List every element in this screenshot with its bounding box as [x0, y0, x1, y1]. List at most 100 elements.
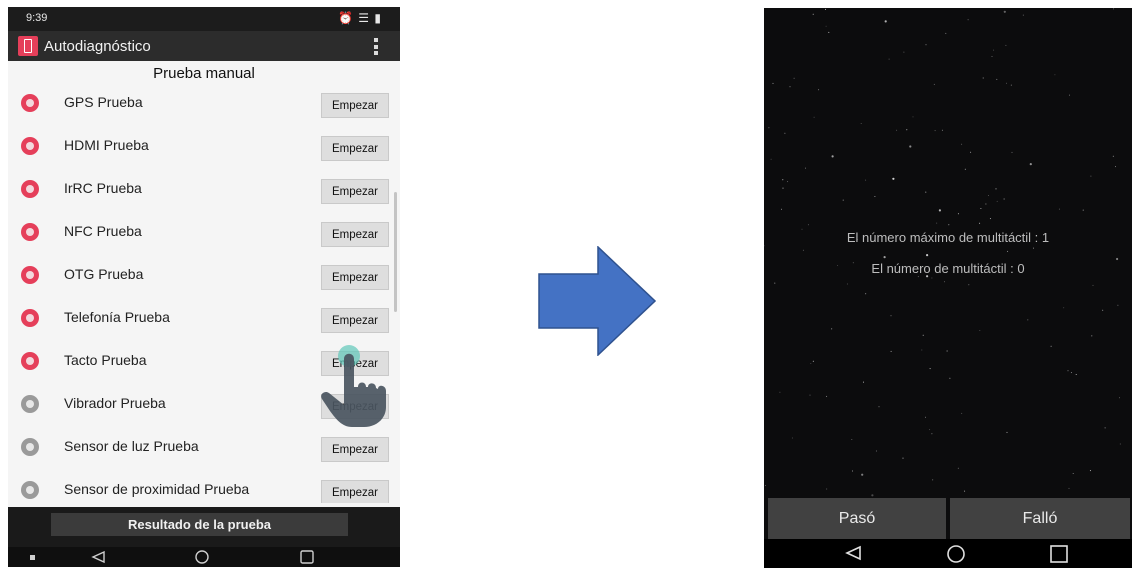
- star: [774, 282, 776, 284]
- star: [812, 360, 814, 362]
- star: [931, 277, 933, 279]
- test-list: GPS Prueba Empezar HDMI Prueba Empezar I…: [8, 83, 392, 503]
- status-icons: ⏰ ☰ ▮: [338, 11, 382, 25]
- star: [779, 391, 781, 393]
- start-button-telephony[interactable]: Empezar: [321, 307, 389, 333]
- star: [970, 151, 972, 153]
- star: [1102, 309, 1104, 311]
- star: [1092, 284, 1094, 286]
- star: [961, 412, 963, 414]
- start-button-proximity-sensor[interactable]: Empezar: [321, 479, 389, 503]
- otg-icon: [21, 265, 39, 284]
- star: [865, 293, 867, 295]
- star: [782, 179, 784, 181]
- result-area: Resultado de la prueba: [8, 507, 400, 547]
- star: [781, 208, 782, 210]
- star: [1006, 82, 1007, 84]
- star: [1069, 94, 1070, 96]
- star: [925, 44, 927, 46]
- star: [888, 58, 890, 60]
- star: [865, 179, 867, 181]
- star: [826, 395, 828, 397]
- section-title: Prueba manual: [153, 65, 255, 82]
- star: [825, 8, 826, 10]
- home-icon[interactable]: [194, 549, 210, 565]
- start-button-irrc[interactable]: Empezar: [321, 178, 389, 204]
- star: [1050, 345, 1052, 347]
- pass-fail-bar: Pasó Falló: [764, 498, 1132, 539]
- star: [875, 450, 877, 452]
- starfield-background: [764, 8, 1121, 497]
- right-phone-screen: El número máximo de multitáctil : 1 El n…: [764, 8, 1132, 568]
- star: [810, 363, 812, 364]
- list-item-gps: GPS Prueba Empezar: [8, 83, 392, 125]
- test-label: Vibrador Prueba: [64, 394, 166, 411]
- list-item-irrc: IrRC Prueba Empezar: [8, 167, 392, 211]
- back-icon[interactable]: [844, 545, 862, 561]
- status-bar: 9:39 ⏰ ☰ ▮: [8, 7, 400, 31]
- star: [787, 181, 789, 183]
- star: [793, 77, 795, 79]
- star: [1067, 370, 1069, 372]
- star: [825, 25, 827, 27]
- gps-icon: [21, 93, 39, 112]
- test-label: IrRC Prueba: [64, 179, 142, 196]
- light-sensor-icon: [21, 437, 39, 456]
- nav-dot-icon: [30, 555, 35, 560]
- star: [931, 433, 933, 435]
- right-arrow-icon: [538, 246, 656, 356]
- test-label: Sensor de luz Prueba: [64, 437, 199, 454]
- start-button-light-sensor[interactable]: Empezar: [321, 436, 389, 462]
- star: [812, 13, 814, 15]
- overflow-menu-icon[interactable]: [374, 38, 378, 55]
- star: [764, 485, 766, 486]
- star: [941, 129, 943, 131]
- star: [906, 129, 908, 131]
- recents-icon[interactable]: [299, 550, 315, 564]
- star: [936, 222, 938, 224]
- star: [996, 78, 998, 80]
- star: [851, 439, 853, 440]
- star: [1027, 319, 1029, 321]
- star: [772, 82, 774, 84]
- back-icon[interactable]: [90, 550, 106, 564]
- star: [1089, 470, 1091, 472]
- test-result-button[interactable]: Resultado de la prueba: [51, 513, 348, 536]
- star: [890, 315, 892, 317]
- start-button-nfc[interactable]: Empezar: [321, 221, 389, 247]
- star: [925, 191, 927, 193]
- pass-button[interactable]: Pasó: [768, 498, 946, 539]
- star: [1003, 10, 1006, 13]
- star: [1119, 443, 1121, 445]
- star: [1104, 427, 1106, 429]
- home-icon[interactable]: [946, 544, 966, 564]
- start-button-hdmi[interactable]: Empezar: [321, 135, 389, 161]
- star: [926, 254, 929, 257]
- scrollbar[interactable]: [394, 192, 397, 312]
- star: [989, 218, 991, 220]
- star: [791, 437, 793, 439]
- proximity-sensor-icon: [21, 480, 39, 499]
- star: [934, 130, 936, 132]
- star: [813, 116, 815, 118]
- star: [896, 129, 898, 131]
- star: [967, 19, 969, 21]
- start-button-otg[interactable]: Empezar: [321, 264, 389, 290]
- star: [842, 199, 844, 201]
- star: [1072, 473, 1074, 474]
- telephony-icon: [21, 308, 39, 327]
- star: [985, 203, 987, 205]
- star: [861, 473, 864, 476]
- start-button-gps[interactable]: Empezar: [321, 92, 389, 118]
- star: [831, 328, 833, 330]
- star: [768, 127, 770, 129]
- recents-icon[interactable]: [1049, 544, 1069, 564]
- list-item-hdmi: HDMI Prueba Empezar: [8, 124, 392, 168]
- star: [818, 89, 820, 91]
- star: [938, 209, 941, 212]
- star: [988, 195, 989, 196]
- star: [996, 200, 998, 202]
- star: [1005, 44, 1007, 46]
- fail-button[interactable]: Falló: [950, 498, 1130, 539]
- navigation-bar: [8, 547, 400, 567]
